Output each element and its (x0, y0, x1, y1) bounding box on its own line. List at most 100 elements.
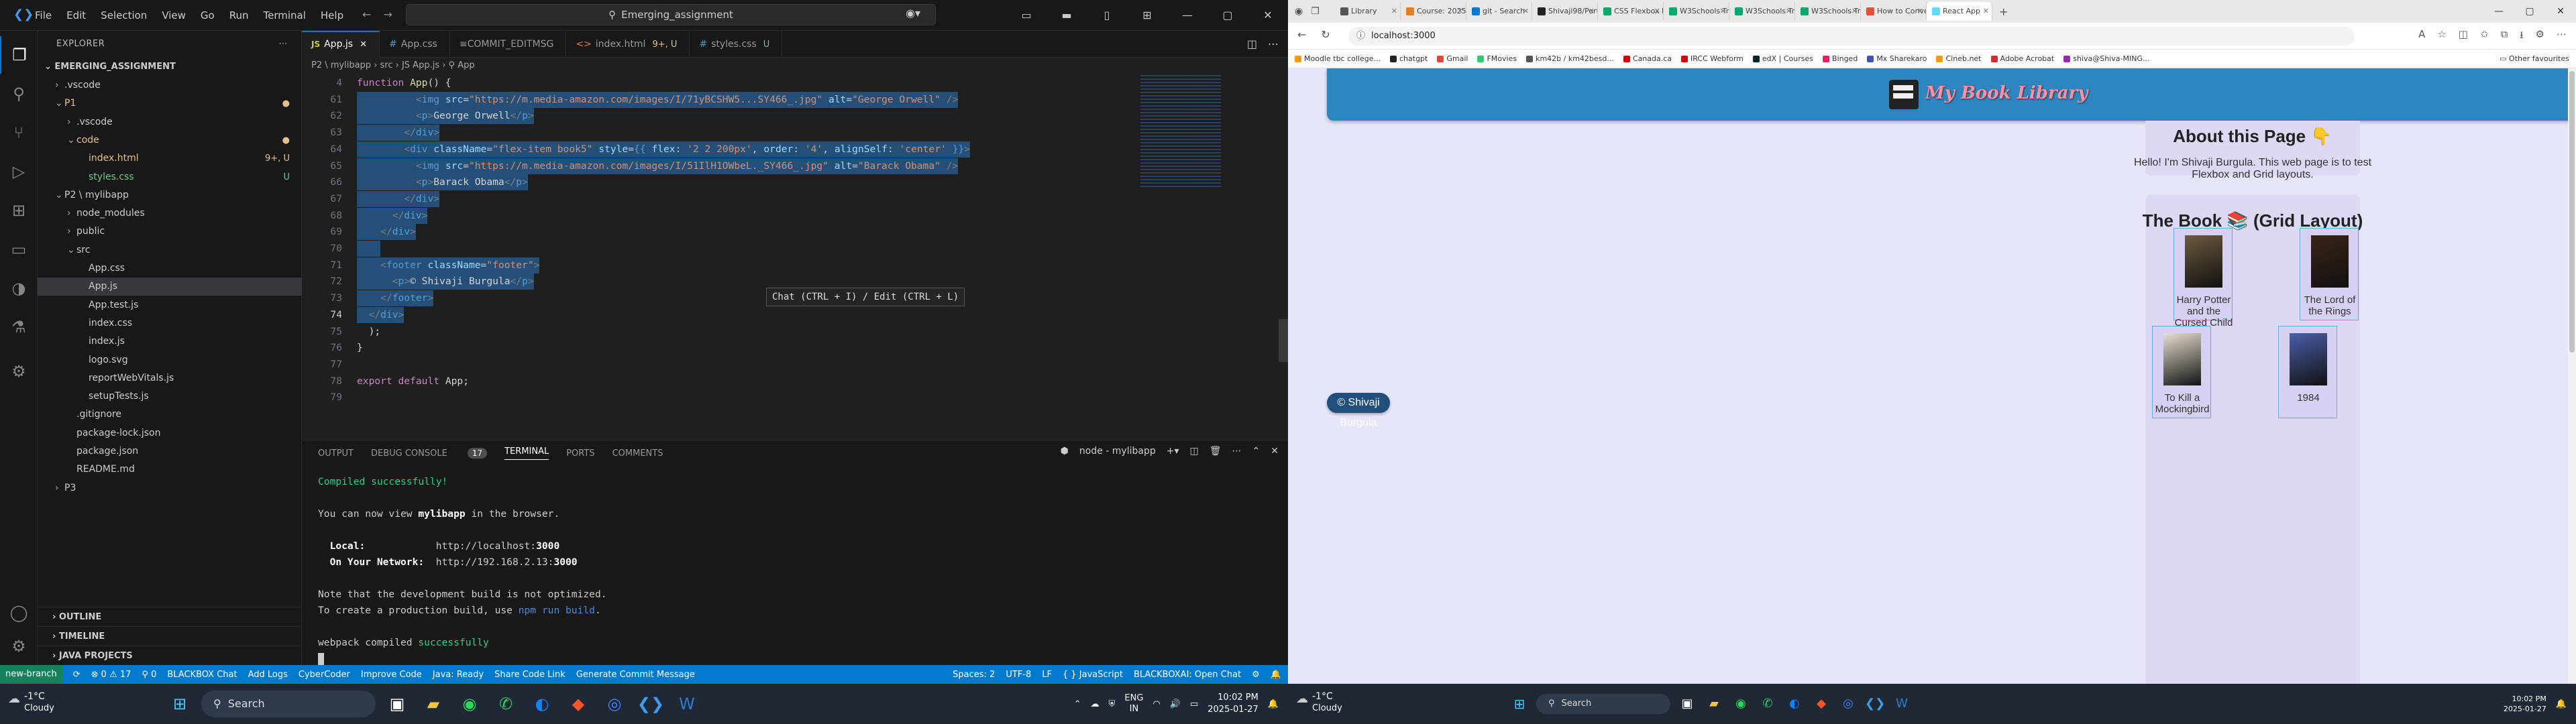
taskbar-search[interactable]: ⚲ Search (201, 690, 376, 717)
terminal-url[interactable]: http://192.168.2.13: (424, 556, 554, 568)
page-scrollbar[interactable] (2568, 68, 2576, 684)
more-actions-icon[interactable]: ⋯ (279, 31, 288, 58)
weather-widget[interactable]: ☁ -1°C Cloudy (8, 690, 54, 715)
tab-actions-icon[interactable]: ❐ (1311, 6, 1320, 17)
panel-tab-ports[interactable]: PORTS (566, 448, 594, 459)
tree-item[interactable]: App.css (38, 259, 302, 278)
tree-item[interactable]: ⌄ src (38, 241, 302, 259)
command-center[interactable]: ⚲ Emerging_assignment (406, 4, 936, 25)
close-button[interactable]: ✕ (2545, 0, 2576, 23)
tab-close-icon[interactable]: ✕ (1654, 2, 1660, 21)
minimap[interactable] (1140, 75, 1221, 189)
scrollbar-thumb[interactable] (2569, 71, 2575, 353)
tree-item[interactable]: › node_modules (38, 204, 302, 223)
tree-item[interactable]: › .vscode (38, 76, 302, 95)
bookmark-item[interactable]: IRCC Webform (1681, 54, 1743, 63)
panel-toggle-icon[interactable]: ▬ (1046, 0, 1087, 31)
status-item[interactable]: new-branch (0, 665, 62, 684)
edge-icon[interactable]: ◐ (527, 689, 557, 719)
status-item[interactable]: ⚲ 0 (142, 670, 156, 680)
forward-arrow-icon[interactable]: → (383, 8, 392, 21)
notification-icon[interactable]: 🔔 (1268, 699, 1279, 709)
bookmark-item[interactable]: FMovies (1477, 54, 1517, 63)
panel-tab-comments[interactable]: COMMENTS (612, 448, 663, 459)
menu-item-run[interactable]: Run (229, 9, 249, 21)
status-item[interactable]: { } JavaScript (1063, 670, 1123, 680)
minimize-button[interactable]: — (2483, 0, 2514, 23)
run-debug-icon[interactable]: ▷ (0, 153, 38, 190)
tree-item[interactable]: index.html 9+, U (38, 149, 302, 168)
address-bar[interactable]: ⓘ localhost:3000 (1348, 27, 2355, 46)
source-control-icon[interactable]: ⑂ (0, 114, 38, 152)
chrome-icon[interactable]: ◎ (600, 689, 629, 719)
chrome-icon[interactable]: ◉ (1731, 689, 1751, 719)
menu-item-help[interactable]: Help (321, 9, 343, 21)
bookmark-item[interactable]: Cineb.net (1936, 54, 1982, 63)
windows-start-icon[interactable]: ⊞ (1509, 689, 1529, 719)
status-item[interactable]: ⟳ (73, 670, 80, 680)
status-item[interactable]: BLACKBOXAI: Open Chat (1134, 670, 1241, 680)
customize-layout-icon[interactable]: ⊞ (1127, 0, 1167, 31)
profile-icon[interactable]: ◉ (1295, 6, 1303, 17)
maximize-button[interactable]: ▢ (1208, 0, 1248, 31)
sidebar-toggle-icon[interactable]: ▯ (1087, 0, 1127, 31)
status-item[interactable]: Spaces: 2 (953, 670, 995, 680)
terminal-name[interactable]: node - mylibapp (1079, 446, 1156, 457)
menu-item-file[interactable]: File (35, 9, 52, 21)
tab-close-icon[interactable]: ✕ (1786, 2, 1792, 21)
collections-icon[interactable]: ⧉ (2501, 28, 2508, 45)
status-item[interactable]: Add Logs (248, 670, 288, 680)
browser-tab[interactable]: git - Search ✕ (1466, 2, 1532, 21)
tree-item[interactable]: logo.svg (38, 351, 302, 369)
minimize-button[interactable]: — (1167, 0, 1208, 31)
tree-item[interactable]: reportWebVitals.js (38, 369, 302, 387)
vscode-icon[interactable]: ❮❯ (1865, 689, 1885, 719)
edge-icon[interactable]: ◐ (1784, 689, 1805, 719)
tree-item[interactable]: styles.css U (38, 168, 302, 186)
security-icon[interactable]: ⛨ (1109, 699, 1116, 709)
browser-tab[interactable]: W3Schools Tryit E...✕ (1664, 2, 1729, 21)
tree-item[interactable]: › public (38, 223, 302, 241)
tab-close-icon[interactable]: ✕ (1391, 2, 1397, 21)
layout-toggle-icon[interactable]: ▭ (1006, 0, 1046, 31)
maximize-button[interactable]: ▢ (2514, 0, 2545, 23)
word-icon[interactable]: W (672, 689, 702, 719)
bookmark-item[interactable]: edX | Courses (1752, 54, 1813, 63)
testing-icon[interactable]: ⚗ (0, 308, 38, 346)
browser-tab[interactable]: Library ✕ (1335, 2, 1401, 21)
status-item[interactable]: LF (1042, 670, 1052, 680)
bookmark-item[interactable]: Moodle tbc college... (1295, 54, 1381, 63)
terminal-url[interactable]: http://localhost: (365, 540, 536, 552)
editor-tab[interactable]: JS App.js ✕ (302, 31, 380, 58)
close-button[interactable]: ✕ (1248, 0, 1288, 31)
tab-status[interactable]: ✕ (360, 40, 367, 50)
menu-item-view[interactable]: View (162, 9, 186, 21)
status-item[interactable]: Share Code Link (494, 670, 566, 680)
tab-close-icon[interactable]: ✕ (1983, 2, 1989, 21)
onedrive-icon[interactable]: ☁ (1091, 699, 1099, 709)
clock[interactable]: 10:02 PM 2025-01-27 (1208, 692, 1258, 716)
menu-item-edit[interactable]: Edit (66, 9, 86, 21)
status-item[interactable]: Java: Ready (433, 670, 484, 680)
chrome-icon[interactable]: ◉ (455, 689, 484, 719)
menu-item-selection[interactable]: Selection (101, 9, 147, 21)
tab-close-icon[interactable]: ✕ (1457, 2, 1463, 21)
tree-item[interactable]: setupTests.js (38, 387, 302, 406)
sidebar-section-java-projects[interactable]: › JAVA PROJECTS (38, 646, 302, 665)
account-icon[interactable]: ◯ (0, 594, 38, 631)
status-item[interactable]: UTF-8 (1006, 670, 1031, 680)
other-favourites[interactable]: ▭ Other favourites (2500, 50, 2569, 68)
browser-tab[interactable]: Course: 2025W-T...✕ (1401, 2, 1466, 21)
task-view-icon[interactable]: ▣ (382, 689, 412, 719)
status-item[interactable]: Improve Code (361, 670, 422, 680)
extensions-icon[interactable]: ⚙ (2536, 28, 2544, 45)
site-info-icon[interactable]: ⓘ (1356, 27, 1365, 46)
code-editor[interactable]: 4 function App() {61 <img src="https://m.… (302, 75, 1194, 440)
bookmark-item[interactable]: km42b / km42besd... (1526, 54, 1614, 63)
split-screen-icon[interactable]: ◫ (2459, 28, 2468, 45)
new-tab-button[interactable]: + (1999, 5, 2008, 18)
trash-icon[interactable]: 🗑 (1210, 446, 1222, 457)
browser-tab[interactable]: W3Schools Tryit E...✕ (1795, 2, 1861, 21)
editor-tab[interactable]: # styles.css U (690, 31, 783, 58)
tree-item[interactable]: App.js (38, 278, 302, 296)
